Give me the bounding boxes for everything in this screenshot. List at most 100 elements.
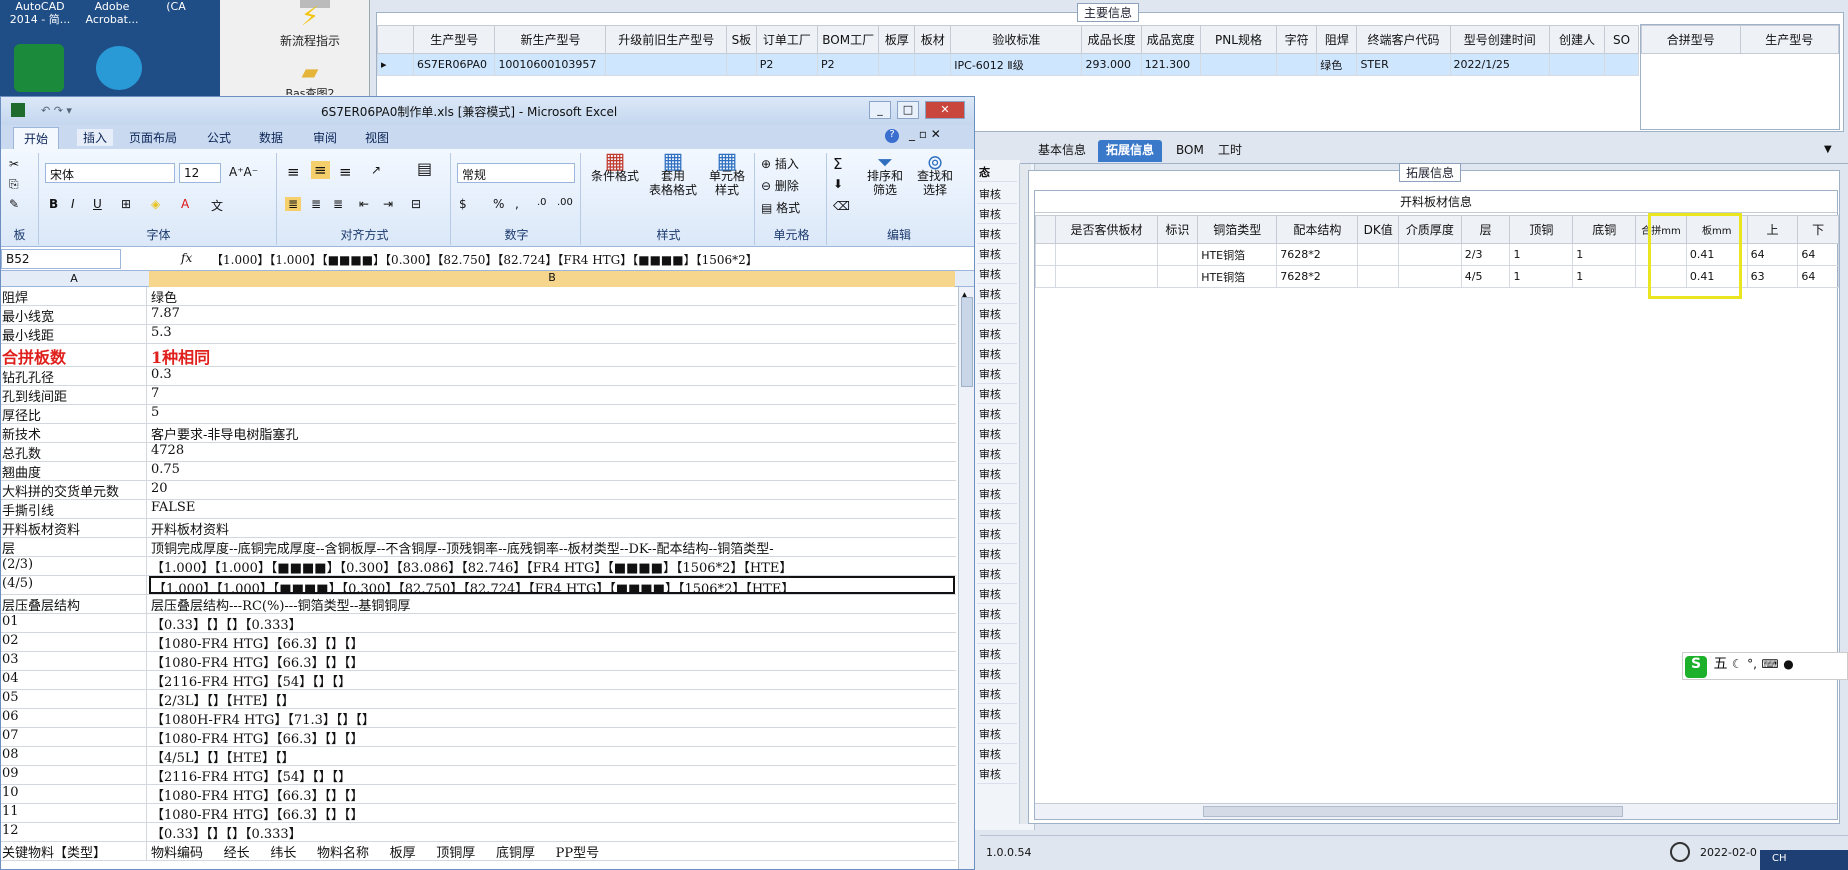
material-cell[interactable]: [1357, 243, 1399, 266]
cell-b[interactable]: 7: [149, 386, 955, 404]
cell-b[interactable]: 0.3: [149, 367, 955, 385]
underline-icon[interactable]: U: [93, 197, 102, 211]
tab-work-hours[interactable]: 工时: [1210, 140, 1250, 162]
fill-icon[interactable]: ⬇: [833, 177, 843, 191]
tab-data[interactable]: 数据: [259, 129, 283, 146]
cell-b[interactable]: 4728: [149, 443, 955, 461]
cut-icon[interactable]: ✂: [9, 157, 19, 171]
main-cell[interactable]: [1603, 53, 1640, 76]
cell-b[interactable]: 【1080-FR4 HTG】【66.3】【】【】: [149, 785, 955, 803]
cell-b[interactable]: 绿色: [149, 287, 955, 305]
cell-a[interactable]: 01: [1, 614, 147, 632]
ime-moon-icon[interactable]: ☾: [1732, 657, 1743, 671]
cell-a[interactable]: 新技术: [1, 424, 147, 442]
main-col-header[interactable]: 阻焊: [1316, 25, 1358, 54]
cell-a[interactable]: 10: [1, 785, 147, 803]
cell-a[interactable]: 02: [1, 633, 147, 651]
italic-icon[interactable]: I: [71, 197, 75, 211]
v-scroll-thumb[interactable]: [961, 297, 973, 387]
main-col-header[interactable]: 板材: [914, 25, 952, 54]
maximize-button[interactable]: □: [897, 101, 919, 119]
sheet-v-scrollbar[interactable]: ▲: [958, 287, 974, 869]
material-cell[interactable]: 2/3: [1460, 243, 1511, 266]
cell-b[interactable]: 开料板材资料: [149, 519, 955, 537]
main-col-header[interactable]: 升级前旧生产型号: [605, 25, 728, 54]
ime-keyboard-icon[interactable]: ⌨: [1761, 657, 1778, 671]
cell-b[interactable]: 顶铜完成厚度--底铜完成厚度--含铜板厚--不含铜厚--顶残铜率--底残铜率--…: [149, 538, 955, 556]
review-cell[interactable]: 审核: [977, 546, 1017, 564]
cell-b[interactable]: 【2/3L】【】【HTE】【】: [149, 690, 955, 708]
language-indicator[interactable]: CH: [1760, 850, 1848, 870]
cell-a[interactable]: 最小线宽: [1, 306, 147, 324]
conditional-format-button[interactable]: ▦ 条件格式: [589, 151, 641, 184]
cell-a[interactable]: 孔到线间距: [1, 386, 147, 404]
main-col-header[interactable]: 板厚: [878, 25, 916, 54]
cell-a[interactable]: 07: [1, 728, 147, 746]
cell-b[interactable]: 【1.000】【1.000】【■■■■】【0.300】【83.086】【82.7…: [149, 557, 955, 575]
main-col-header[interactable]: 字符: [1276, 25, 1318, 54]
review-cell[interactable]: 审核: [977, 346, 1017, 364]
review-cell[interactable]: 审核: [977, 466, 1017, 484]
cell-b[interactable]: 【0.33】【】【】【0.333】: [149, 823, 955, 841]
format-cells-button[interactable]: ▤ 格式: [761, 199, 800, 216]
material-cell[interactable]: 1: [1572, 243, 1637, 266]
cell-a[interactable]: (2/3): [1, 557, 147, 575]
material-cell[interactable]: 63: [1746, 265, 1799, 288]
main-cell[interactable]: IPC-6012 Ⅱ级: [950, 53, 1083, 76]
review-cell[interactable]: 审核: [977, 646, 1017, 664]
column-a-header[interactable]: A: [1, 272, 147, 285]
autosum-icon[interactable]: Σ: [833, 155, 842, 173]
material-col-header[interactable]: 下: [1797, 215, 1839, 244]
material-col-header[interactable]: DK值: [1357, 215, 1399, 244]
main-col-header[interactable]: 生产型号: [412, 25, 496, 54]
main-col-header[interactable]: 订单工厂: [755, 25, 819, 54]
review-cell[interactable]: 审核: [977, 506, 1017, 524]
cell-b[interactable]: 层压叠层结构---RC(%)---铜箔类型--基铜铜厚: [149, 595, 955, 613]
material-cell[interactable]: 64: [1797, 265, 1839, 288]
main-cell[interactable]: 121.300: [1140, 53, 1201, 76]
review-cell[interactable]: 审核: [977, 706, 1017, 724]
quick-access-undo-icon[interactable]: ↶ ↷ ▾: [41, 104, 72, 117]
ime-toolbar[interactable]: S 五 ☾ °, ⌨ ●: [1682, 652, 1848, 680]
review-cell[interactable]: 审核: [977, 486, 1017, 504]
ime-punct-icon[interactable]: °,: [1747, 657, 1757, 671]
cell-a[interactable]: 手撕引线: [1, 500, 147, 518]
close-button[interactable]: ✕: [925, 101, 965, 119]
percent-icon[interactable]: %: [493, 197, 504, 211]
font-name-select[interactable]: 宋体: [45, 163, 175, 183]
main-col-header[interactable]: 验收标准: [950, 25, 1083, 54]
material-cell[interactable]: 64: [1746, 243, 1799, 266]
main-cell[interactable]: [1199, 53, 1278, 76]
material-col-header[interactable]: 介质厚度: [1397, 215, 1462, 244]
cell-a[interactable]: 层: [1, 538, 147, 556]
function-icon[interactable]: fx: [181, 251, 192, 265]
cell-b[interactable]: 物料编码 经长 纬长 物料名称 板厚 顶铜厚 底铜厚 PP型号: [149, 842, 955, 860]
format-table-button[interactable]: ▦ 套用 表格格式: [645, 151, 701, 198]
cell-b[interactable]: 客户要求-非导电树脂塞孔: [149, 424, 955, 442]
font-size-select[interactable]: 12: [179, 163, 221, 183]
main-cell[interactable]: [1276, 53, 1318, 76]
align-left-icon[interactable]: ≣: [285, 197, 302, 211]
main-col-header[interactable]: 成品长度: [1081, 25, 1142, 54]
delete-cells-button[interactable]: ⊖ 删除: [761, 177, 799, 194]
cell-a[interactable]: 05: [1, 690, 147, 708]
cell-b[interactable]: 【1080H-FR4 HTG】【71.3】【】【】: [149, 709, 955, 727]
review-cell[interactable]: 审核: [977, 726, 1017, 744]
gear-app-icon[interactable]: [96, 46, 142, 90]
ribbon-minimize-icon[interactable]: _ ▫ ✕: [909, 127, 941, 141]
cell-a[interactable]: (4/5): [1, 576, 147, 594]
increase-indent-icon[interactable]: ⇥: [383, 197, 393, 211]
minimize-button[interactable]: _: [869, 101, 891, 119]
review-cell[interactable]: 审核: [977, 446, 1017, 464]
cell-b[interactable]: FALSE: [149, 500, 955, 518]
main-cell[interactable]: P2: [817, 53, 880, 76]
review-cell[interactable]: 审核: [977, 186, 1017, 204]
cell-a[interactable]: 04: [1, 671, 147, 689]
cell-b[interactable]: 【1080-FR4 HTG】【66.3】【】【】: [149, 804, 955, 822]
cell-a[interactable]: 开料板材资料: [1, 519, 147, 537]
cell-a[interactable]: 关键物料【类型】: [1, 842, 147, 860]
bold-icon[interactable]: B: [49, 197, 58, 211]
main-cell[interactable]: [914, 53, 952, 76]
tab-basic-info[interactable]: 基本信息: [1030, 140, 1094, 162]
cell-a[interactable]: 09: [1, 766, 147, 784]
